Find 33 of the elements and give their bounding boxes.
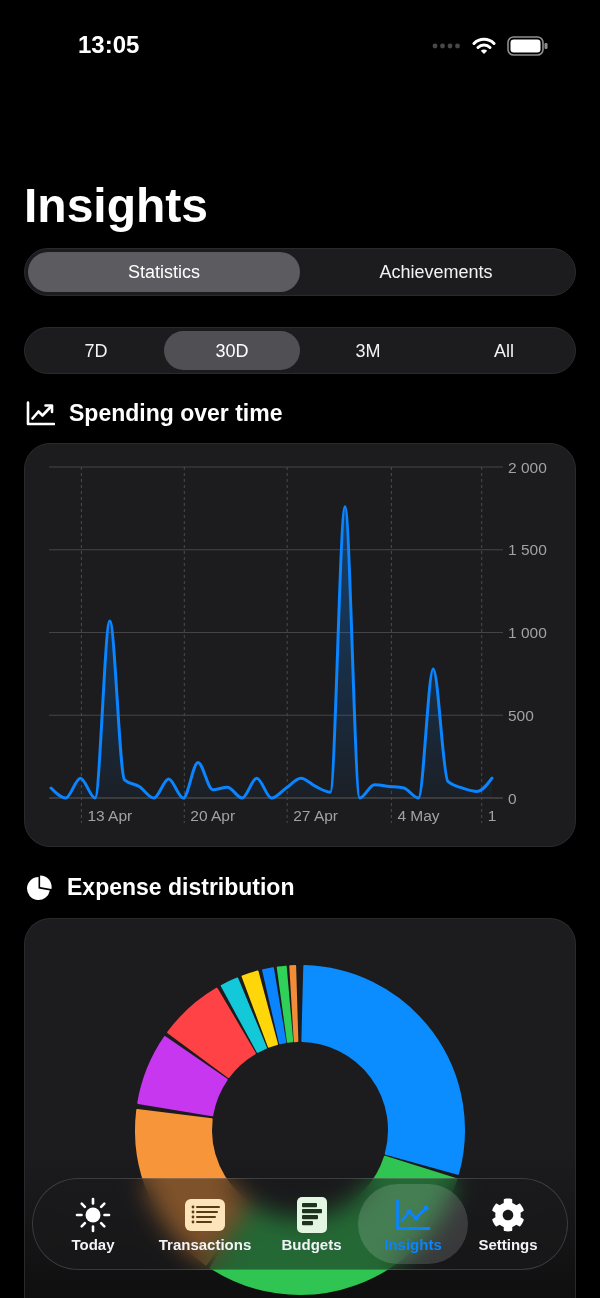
section-title: Spending over time (69, 401, 283, 425)
cellular-signal-icon (432, 43, 461, 49)
line-chart-icon (26, 400, 55, 426)
y-axis-label: 0 (508, 789, 517, 807)
segment-button[interactable]: 3M (300, 331, 436, 370)
pie-chart-icon (26, 873, 53, 901)
section-title: Expense distribution (67, 875, 295, 899)
x-axis-label: 4 May (397, 806, 440, 824)
segment-button[interactable]: 30D (164, 331, 300, 370)
segment-button[interactable]: All (436, 331, 572, 370)
segment-button[interactable]: Statistics (28, 252, 300, 292)
sun-icon (75, 1196, 111, 1233)
tab-bar-item[interactable]: Transactions (145, 1184, 265, 1264)
page-title: Insights (24, 178, 208, 234)
segment-button[interactable]: 7D (28, 331, 164, 370)
segment-button[interactable]: Achievements (300, 252, 572, 292)
tab-bar-item[interactable]: Today (41, 1184, 145, 1264)
x-axis-label: 20 Apr (190, 806, 236, 824)
settings-icon (491, 1197, 525, 1232)
tab-bar-item[interactable]: Budgets (265, 1184, 358, 1264)
list-icon (185, 1198, 225, 1231)
y-axis-label: 1 000 (508, 624, 547, 641)
line-chart-icon (395, 1198, 431, 1231)
status-time: 13:05 (78, 33, 140, 57)
y-axis-label: 1 500 (508, 541, 547, 559)
x-axis-label: 1 (487, 806, 497, 824)
x-axis-label: 13 Apr (87, 806, 133, 824)
battery-icon (507, 36, 548, 56)
x-axis-label: 27 Apr (293, 806, 338, 824)
y-axis-label: 500 (508, 706, 534, 724)
tab-bar-item[interactable]: Settings (468, 1184, 548, 1264)
wifi-icon (472, 37, 496, 55)
y-axis-label: 2 000 (508, 458, 547, 476)
